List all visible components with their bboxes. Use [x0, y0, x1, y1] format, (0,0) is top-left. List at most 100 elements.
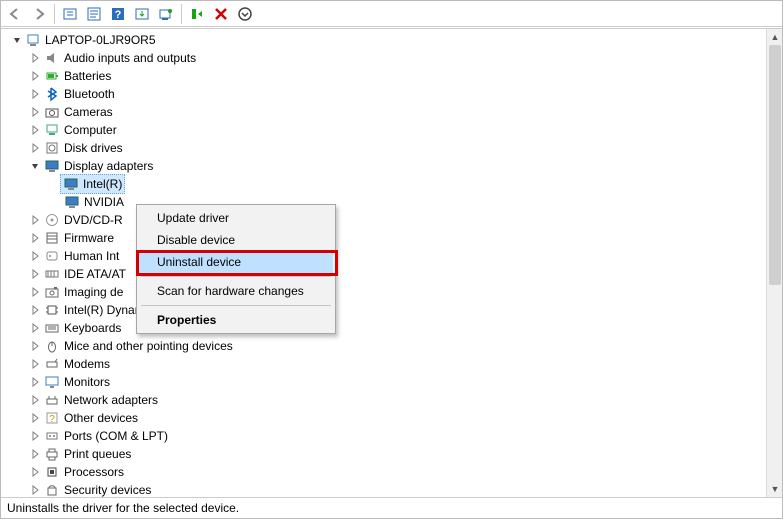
device-tree[interactable]: LAPTOP-0LJR9OR5Audio inputs and outputsB…: [1, 29, 766, 497]
enable-device-icon[interactable]: [185, 3, 209, 25]
disk-icon: [44, 140, 60, 156]
scroll-up-icon[interactable]: ▲: [767, 29, 782, 45]
update-driver-icon[interactable]: [130, 3, 154, 25]
expand-icon[interactable]: [29, 484, 41, 496]
expand-icon[interactable]: [29, 286, 41, 298]
tree-item[interactable]: Cameras: [7, 103, 766, 121]
network-icon: [44, 392, 60, 408]
expand-icon[interactable]: [29, 268, 41, 280]
port-icon: [44, 428, 60, 444]
show-hidden-icon[interactable]: [58, 3, 82, 25]
context-menu-item[interactable]: Scan for hardware changes: [139, 280, 333, 302]
tree-item[interactable]: Ports (COM & LPT): [7, 427, 766, 445]
context-menu-item[interactable]: Uninstall device: [139, 251, 333, 273]
expand-icon[interactable]: [29, 466, 41, 478]
tree-item[interactable]: Display adapters: [7, 157, 766, 175]
collapse-icon[interactable]: [29, 160, 41, 172]
expand-icon[interactable]: [29, 52, 41, 64]
expand-icon[interactable]: [29, 394, 41, 406]
security-icon: [44, 482, 60, 497]
ide-icon: [44, 266, 60, 282]
expand-icon[interactable]: [29, 448, 41, 460]
forward-arrow-icon[interactable]: [27, 3, 51, 25]
tree-item[interactable]: IDE ATA/AT: [7, 265, 766, 283]
display-icon: [64, 194, 80, 210]
vertical-scrollbar[interactable]: ▲ ▼: [766, 29, 782, 497]
tree-item[interactable]: Intel(R): [7, 175, 766, 193]
tree-item[interactable]: Audio inputs and outputs: [7, 49, 766, 67]
context-menu-separator: [141, 305, 331, 306]
expand-icon[interactable]: [29, 304, 41, 316]
expand-icon[interactable]: [29, 340, 41, 352]
svg-text:?: ?: [49, 414, 55, 425]
tree-item[interactable]: Bluetooth: [7, 85, 766, 103]
help-icon[interactable]: ?: [106, 3, 130, 25]
toolbar: ?: [1, 1, 782, 27]
more-arrow-icon[interactable]: [233, 3, 257, 25]
tree-item-label: Imaging de: [64, 283, 123, 301]
tree-item-label: Display adapters: [64, 157, 153, 175]
display-icon: [44, 158, 60, 174]
uninstall-x-icon[interactable]: [209, 3, 233, 25]
expand-icon[interactable]: [29, 358, 41, 370]
expand-icon[interactable]: [29, 250, 41, 262]
scroll-down-icon[interactable]: ▼: [767, 481, 782, 497]
dvd-icon: [44, 212, 60, 228]
tree-item-label: Monitors: [64, 373, 110, 391]
tree-item[interactable]: Network adapters: [7, 391, 766, 409]
tree-root[interactable]: LAPTOP-0LJR9OR5: [7, 31, 766, 49]
back-arrow-icon[interactable]: [3, 3, 27, 25]
tree-item-label: Batteries: [64, 67, 111, 85]
expand-icon[interactable]: [29, 412, 41, 424]
expand-icon[interactable]: [29, 106, 41, 118]
toolbar-separator: [54, 4, 55, 24]
tree-item[interactable]: Human Int: [7, 247, 766, 265]
tree-item[interactable]: DVD/CD-R: [7, 211, 766, 229]
scroll-thumb[interactable]: [769, 45, 781, 285]
mouse-icon: [44, 338, 60, 354]
expand-icon[interactable]: [29, 322, 41, 334]
properties-icon[interactable]: [82, 3, 106, 25]
printer-icon: [44, 446, 60, 462]
tree-item[interactable]: Monitors: [7, 373, 766, 391]
tree-item[interactable]: Mice and other pointing devices: [7, 337, 766, 355]
tree-item[interactable]: Batteries: [7, 67, 766, 85]
expand-icon[interactable]: [29, 430, 41, 442]
computer-icon: [44, 122, 60, 138]
expand-icon[interactable]: [29, 70, 41, 82]
tree-item-label: Disk drives: [64, 139, 123, 157]
expand-icon[interactable]: [29, 232, 41, 244]
expand-icon[interactable]: [29, 124, 41, 136]
tree-item[interactable]: Print queues: [7, 445, 766, 463]
hid-icon: [44, 248, 60, 264]
tree-item[interactable]: Processors: [7, 463, 766, 481]
tree-item[interactable]: Computer: [7, 121, 766, 139]
tree-item[interactable]: Keyboards: [7, 319, 766, 337]
expand-icon[interactable]: [29, 142, 41, 154]
tree-item[interactable]: Modems: [7, 355, 766, 373]
expand-icon[interactable]: [11, 34, 23, 46]
tree-item[interactable]: Firmware: [7, 229, 766, 247]
tree-item-label: Print queues: [64, 445, 131, 463]
tree-item[interactable]: Intel(R) Dynamic Platform and Thermal Fr…: [7, 301, 766, 319]
tree-item[interactable]: Security devices: [7, 481, 766, 497]
imaging-icon: [44, 284, 60, 300]
tree-item-label: Audio inputs and outputs: [64, 49, 196, 67]
scan-hardware-icon[interactable]: [154, 3, 178, 25]
tree-item-label: Keyboards: [64, 319, 121, 337]
tree-item[interactable]: Disk drives: [7, 139, 766, 157]
context-menu-item[interactable]: Properties: [139, 309, 333, 331]
tree-item-label: NVIDIA: [84, 193, 124, 211]
context-menu-item[interactable]: Disable device: [139, 229, 333, 251]
expand-icon[interactable]: [29, 214, 41, 226]
tree-panel: LAPTOP-0LJR9OR5Audio inputs and outputsB…: [1, 28, 782, 498]
tree-item[interactable]: Imaging de: [7, 283, 766, 301]
monitor-icon: [44, 374, 60, 390]
expand-icon[interactable]: [29, 376, 41, 388]
tree-item-label: Human Int: [64, 247, 119, 265]
tree-item[interactable]: NVIDIA: [7, 193, 766, 211]
display-icon: [63, 176, 79, 192]
context-menu-item[interactable]: Update driver: [139, 207, 333, 229]
expand-icon[interactable]: [29, 88, 41, 100]
tree-item[interactable]: ?Other devices: [7, 409, 766, 427]
